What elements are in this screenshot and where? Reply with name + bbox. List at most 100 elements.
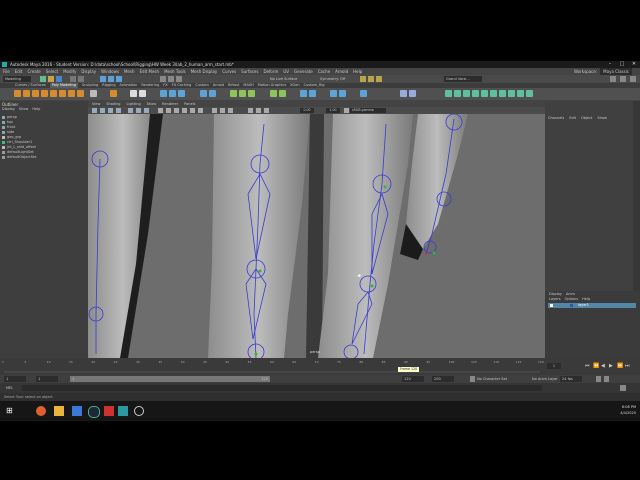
poly-disc-icon[interactable] — [68, 90, 75, 97]
menu-edit-mesh[interactable]: Edit Mesh — [140, 68, 160, 75]
go-to-start-icon[interactable]: ⏮ — [585, 363, 590, 369]
select-by-component-icon[interactable] — [116, 76, 122, 82]
render-settings-icon[interactable] — [376, 76, 382, 82]
select-by-hierarchy-icon[interactable] — [100, 76, 106, 82]
toggle-attribute-editor-icon[interactable] — [610, 76, 616, 82]
super-shape-icon[interactable] — [90, 90, 97, 97]
camera-select-icon[interactable] — [92, 108, 97, 113]
poly-torus-icon[interactable] — [50, 90, 57, 97]
outliner-item[interactable]: defaultObjectSet — [2, 155, 36, 160]
unfold-icon[interactable] — [472, 90, 479, 97]
smooth-icon[interactable] — [200, 90, 207, 97]
outliner-menu-help[interactable]: Help — [32, 107, 40, 111]
clock-app-icon[interactable] — [134, 406, 144, 416]
quad-draw-icon[interactable] — [330, 90, 337, 97]
poly-plane-icon[interactable] — [59, 90, 66, 97]
play-forward-icon[interactable]: ▶ — [609, 363, 613, 369]
fill-hole-icon[interactable] — [339, 90, 346, 97]
menu-cache[interactable]: Cache — [318, 68, 330, 75]
outliner-menu-display[interactable]: Display — [2, 107, 15, 111]
firefox-icon[interactable] — [36, 406, 46, 416]
auto-map-icon[interactable] — [463, 90, 470, 97]
anti-aliasing-icon[interactable] — [256, 108, 261, 113]
poly-platonic-icon[interactable] — [77, 90, 84, 97]
toggle-tool-settings-icon[interactable] — [620, 76, 626, 82]
bridge-icon[interactable] — [248, 90, 255, 97]
layer-menu-layers[interactable]: Layers — [549, 297, 561, 301]
live-surface-label[interactable]: No Live Surface — [270, 76, 297, 82]
menu-mesh-tools[interactable]: Mesh Tools — [164, 68, 186, 75]
snap-curve-icon[interactable] — [168, 76, 174, 82]
layer-tab-anim[interactable]: Anim — [566, 292, 575, 296]
channel-menu-object[interactable]: Object — [581, 116, 592, 120]
wireframe-on-shaded-icon[interactable] — [174, 108, 179, 113]
type-tool-icon[interactable] — [130, 90, 137, 97]
play-backward-icon[interactable]: ◀ — [601, 363, 605, 369]
layer-menu-help[interactable]: Help — [582, 297, 590, 301]
depth-of-field-icon[interactable] — [264, 108, 269, 113]
menu-modify[interactable]: Modify — [63, 68, 76, 75]
menu-mesh-display[interactable]: Mesh Display — [191, 68, 218, 75]
mode-dropdown[interactable]: Modeling — [3, 76, 31, 82]
poly-sphere-icon[interactable] — [14, 90, 21, 97]
append-polygon-icon[interactable] — [360, 90, 367, 97]
smooth-shade-icon[interactable] — [166, 108, 171, 113]
planar-map-icon[interactable] — [454, 90, 461, 97]
new-scene-icon[interactable] — [40, 76, 46, 82]
save-scene-icon[interactable] — [56, 76, 62, 82]
range-end-field[interactable]: 120 — [402, 376, 424, 382]
far-clip-field[interactable]: 1.00 — [326, 108, 340, 113]
target-weld-icon[interactable] — [279, 90, 286, 97]
system-tray[interactable]: 6:08 PM 4/4/2020 — [620, 404, 636, 416]
start-frame-field[interactable]: 1 — [4, 376, 26, 382]
auto-key-icon[interactable] — [596, 376, 601, 382]
menu-select[interactable]: Select — [46, 68, 58, 75]
current-frame-field[interactable]: 1 — [547, 363, 561, 369]
workspace-dropdown[interactable]: Maya Classic — [600, 68, 632, 75]
time-slider[interactable]: 1 5 10 15 20 25 30 35 40 45 50 55 60 65 70 75 80 85 90 95 10… — [0, 358, 545, 375]
fps-dropdown[interactable]: 24 fps — [560, 376, 582, 382]
lock-camera-icon[interactable] — [100, 108, 105, 113]
menu-edit[interactable]: Edit — [15, 68, 23, 75]
script-editor-icon[interactable] — [620, 385, 626, 391]
wireframe-icon[interactable] — [158, 108, 163, 113]
separate-icon[interactable] — [169, 90, 176, 97]
select-by-object-icon[interactable] — [108, 76, 114, 82]
menu-windows[interactable]: Windows — [101, 68, 119, 75]
perspective-viewport[interactable]: persp — [88, 114, 545, 358]
menu-create[interactable]: Create — [27, 68, 40, 75]
menu-surfaces[interactable]: Surfaces — [241, 68, 258, 75]
svg-tool-icon[interactable] — [139, 90, 146, 97]
sew-uv-icon[interactable] — [499, 90, 506, 97]
step-back-icon[interactable]: ⏪ — [593, 363, 599, 369]
sweep-mesh-icon[interactable] — [110, 90, 117, 97]
file-explorer-icon[interactable] — [54, 406, 64, 416]
isolate-select-icon[interactable] — [228, 108, 233, 113]
mail-icon[interactable] — [72, 406, 82, 416]
menu-curves[interactable]: Curves — [222, 68, 236, 75]
shadows-icon[interactable] — [198, 108, 203, 113]
range-slider[interactable]: 1 120 — [70, 376, 270, 382]
layer-color-icon[interactable] — [570, 304, 573, 307]
undo-icon[interactable] — [70, 76, 76, 82]
xray-icon[interactable] — [212, 108, 217, 113]
menu-deform[interactable]: Deform — [263, 68, 278, 75]
grid-icon[interactable] — [128, 108, 133, 113]
steam-icon[interactable] — [88, 406, 100, 418]
end-frame-field[interactable]: 200 — [432, 376, 454, 382]
menu-help[interactable]: Help — [353, 68, 362, 75]
channel-menu-edit[interactable]: Edit — [569, 116, 576, 120]
multi-cut-icon[interactable] — [270, 90, 277, 97]
soft-select-icon[interactable] — [400, 90, 407, 97]
menu-mesh[interactable]: Mesh — [124, 68, 135, 75]
menu-display[interactable]: Display — [81, 68, 96, 75]
menu-uv[interactable]: UV — [283, 68, 289, 75]
reduce-icon[interactable] — [209, 90, 216, 97]
bookmark-icon[interactable] — [116, 108, 121, 113]
sign-in-dropdown[interactable]: Grand Vorzi... — [444, 76, 482, 82]
visibility-toggle-icon[interactable] — [550, 304, 553, 307]
insert-edge-loop-icon[interactable] — [300, 90, 307, 97]
range-start-field[interactable]: 1 — [36, 376, 58, 382]
command-language-label[interactable]: MEL — [6, 383, 13, 393]
command-input[interactable] — [22, 385, 542, 391]
